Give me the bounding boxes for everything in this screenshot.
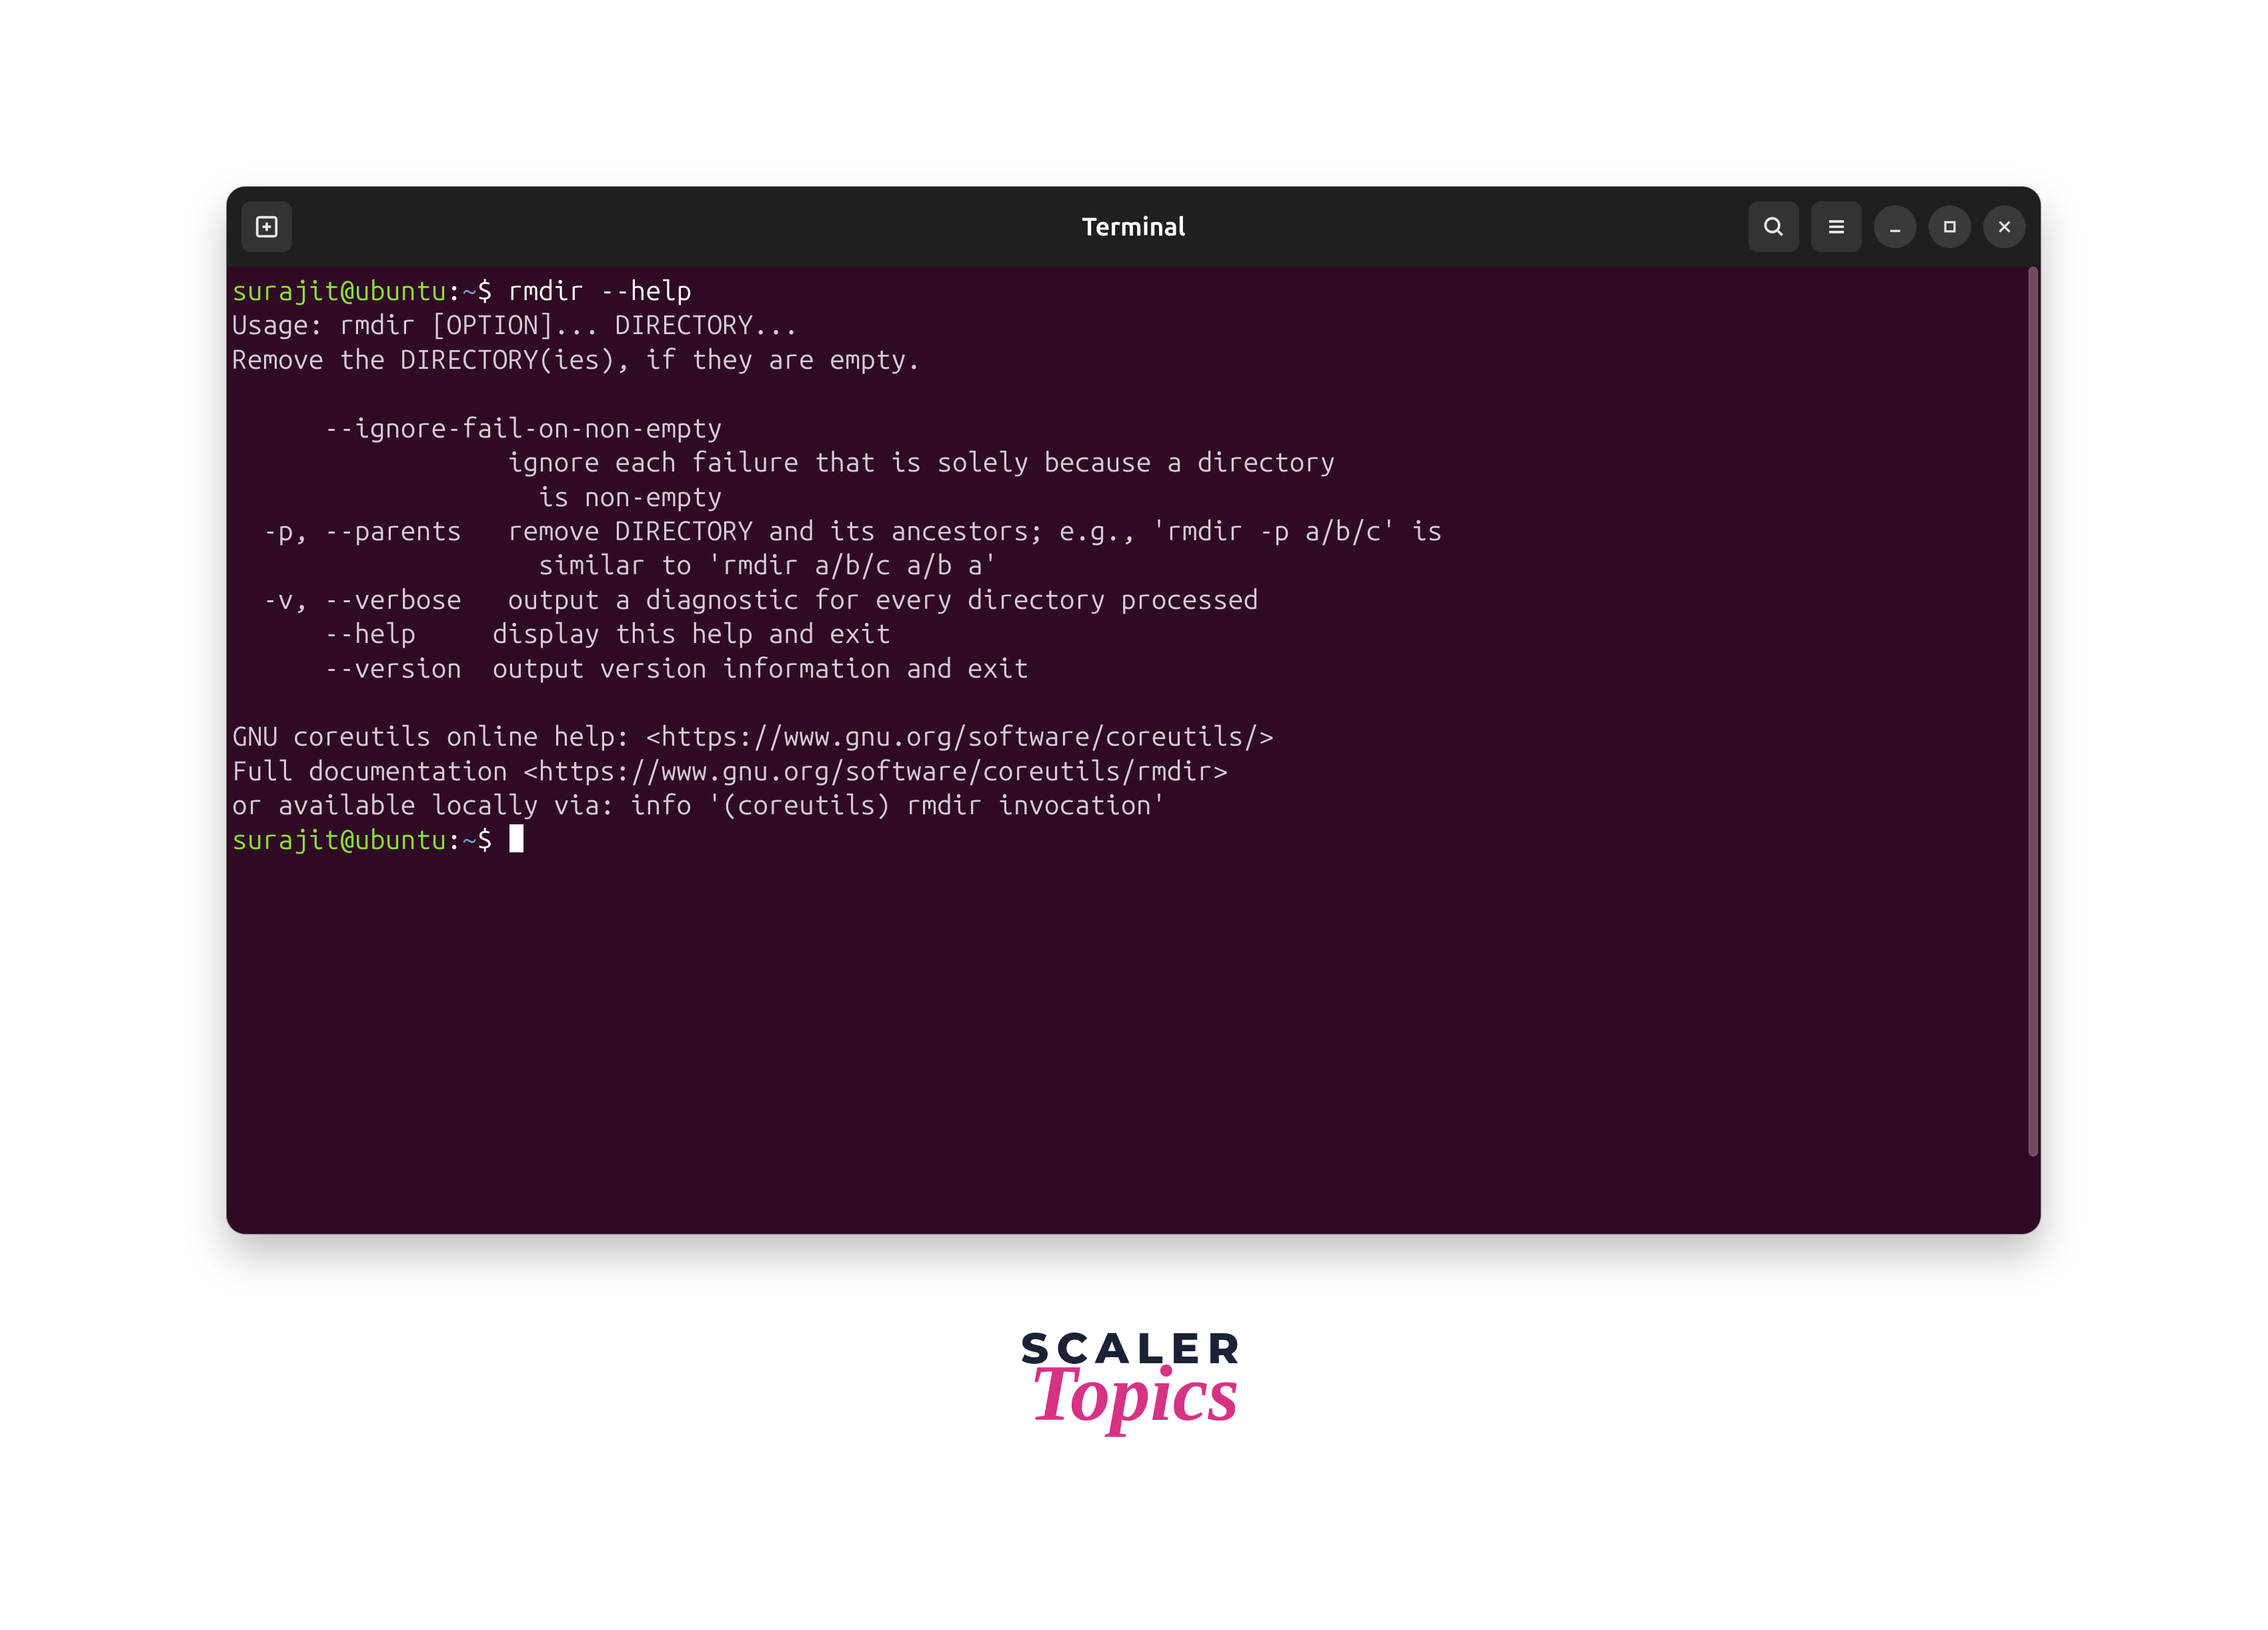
maximize-icon: [1940, 217, 1960, 237]
terminal-output: surajit@ubuntu:~$ rmdir --help Usage: rm…: [232, 273, 2035, 856]
scrollbar-thumb[interactable]: [2029, 267, 2038, 1156]
close-icon: [1995, 217, 2015, 237]
close-button[interactable]: [1983, 205, 2026, 248]
window-title: Terminal: [1082, 213, 1185, 241]
scrollbar[interactable]: [2029, 267, 2038, 1234]
hamburger-icon: [1824, 214, 1849, 239]
window-titlebar: Terminal: [227, 187, 2041, 267]
brand-logo: SCALER Topics: [1021, 1334, 1247, 1425]
maximize-button[interactable]: [1929, 205, 1971, 248]
new-tab-icon: [254, 214, 279, 239]
minimize-icon: [1885, 217, 1905, 237]
terminal-body[interactable]: surajit@ubuntu:~$ rmdir --help Usage: rm…: [227, 267, 2041, 1234]
terminal-cursor: [509, 824, 523, 852]
minimize-button[interactable]: [1874, 205, 1917, 248]
new-tab-button[interactable]: [241, 201, 292, 252]
search-button[interactable]: [1749, 201, 1799, 252]
search-icon: [1761, 214, 1787, 239]
menu-button[interactable]: [1811, 201, 1862, 252]
brand-logo-bottom: Topics: [1021, 1361, 1247, 1425]
terminal-window: Terminal: [227, 187, 2041, 1234]
